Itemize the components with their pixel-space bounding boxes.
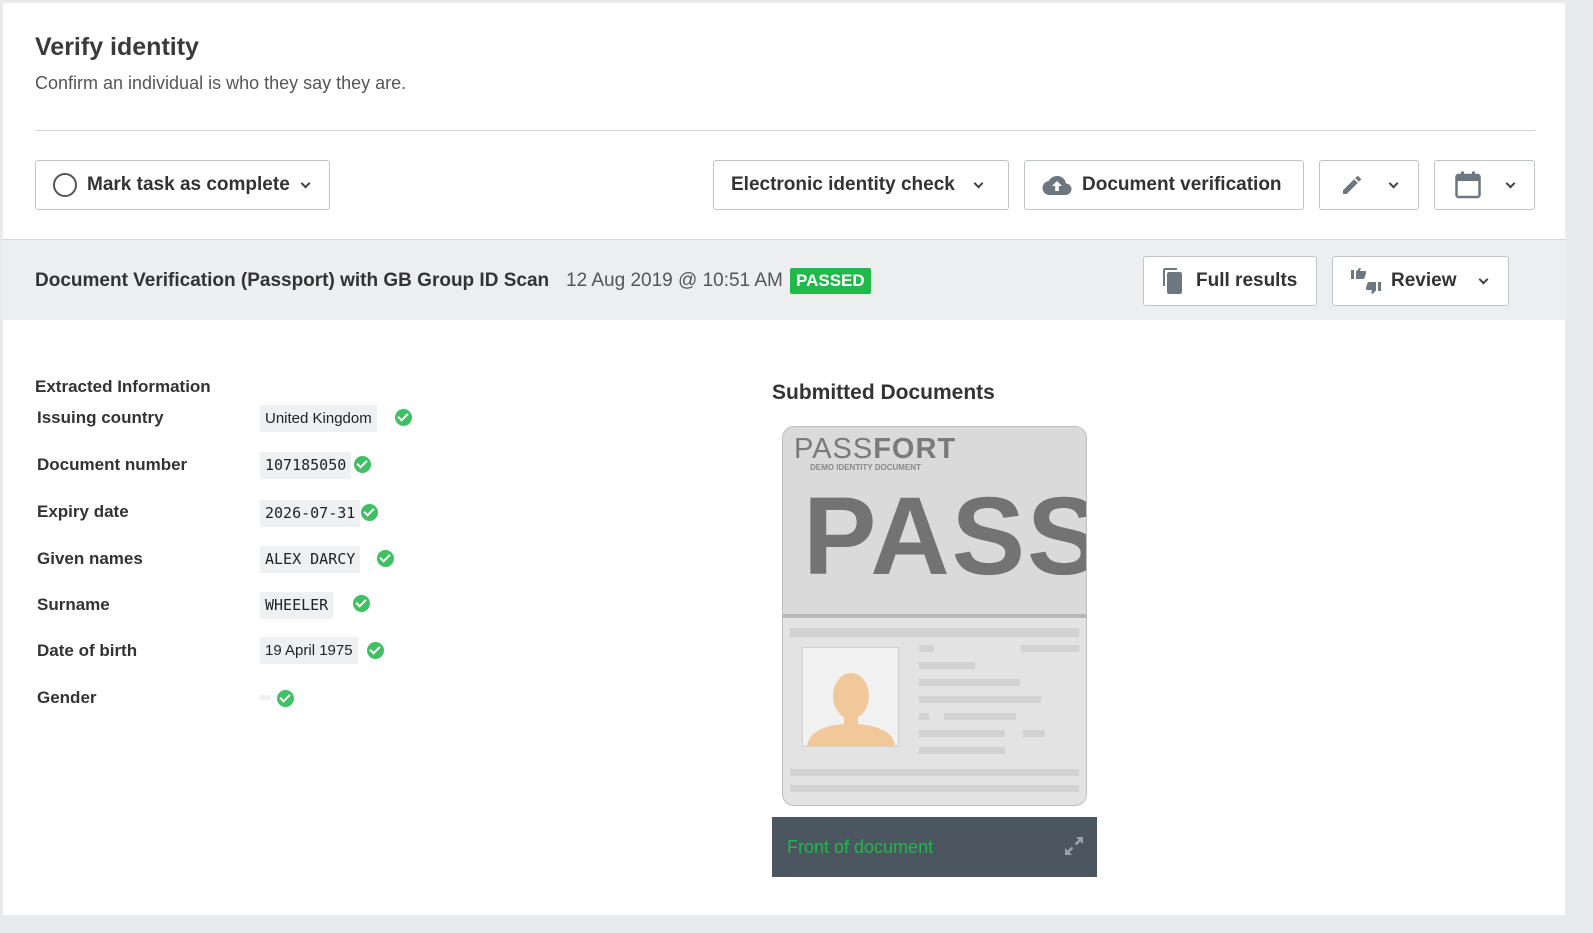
document-verification-button[interactable]: Document verification (1024, 160, 1304, 210)
chevron-down-icon (1479, 274, 1489, 284)
field-label: Expiry date (37, 502, 129, 521)
submitted-documents-title: Submitted Documents (772, 381, 995, 404)
passport-watermark: PASS (803, 475, 1087, 598)
field-label: Issuing country (37, 408, 164, 427)
calendar-icon (1455, 171, 1481, 199)
eid-check-label: Electronic identity check (731, 174, 955, 195)
chevron-down-icon (1388, 178, 1399, 188)
field-label: Given names (37, 549, 143, 568)
field-label: Gender (37, 688, 97, 707)
pencil-icon (1343, 176, 1361, 194)
result-bar: Document Verification (Passport) with GB… (3, 239, 1565, 320)
circle-icon (53, 173, 77, 197)
review-button[interactable]: Review (1332, 256, 1509, 306)
thumbs-up-down-icon (1351, 268, 1381, 294)
review-label: Review (1391, 270, 1457, 291)
check-icon (395, 409, 412, 426)
check-icon (277, 690, 294, 707)
chevron-down-icon (1505, 178, 1516, 188)
calendar-menu-button[interactable] (1434, 160, 1535, 210)
expand-icon[interactable] (1063, 835, 1085, 857)
field-value: WHEELER (260, 592, 334, 619)
chevron-down-icon (300, 178, 311, 188)
result-timestamp: 12 Aug 2019 @ 10:51 AM (566, 270, 783, 291)
check-icon (361, 504, 378, 521)
field-value (260, 695, 271, 700)
check-icon (354, 456, 371, 473)
documents-icon (1163, 268, 1182, 294)
field-value: 107185050 (260, 452, 352, 479)
mark-complete-button[interactable]: Mark task as complete (35, 160, 330, 210)
passport-photo (802, 647, 899, 747)
field-label: Document number (37, 455, 188, 474)
document-caption: Front of document (787, 837, 934, 857)
status-badge: PASSED (790, 268, 871, 294)
edit-menu-button[interactable] (1319, 160, 1419, 210)
check-icon (367, 642, 384, 659)
chevron-down-icon (973, 178, 984, 188)
full-results-label: Full results (1196, 270, 1298, 291)
check-icon (353, 595, 370, 612)
passport-image[interactable]: PASSFORT DEMO IDENTITY DOCUMENT PASS (782, 426, 1087, 806)
header-divider (35, 130, 1535, 131)
passport-brand: PASSFORT (794, 433, 957, 465)
field-value: United Kingdom (260, 405, 377, 432)
field-value: 2026-07-31 (260, 500, 361, 527)
full-results-button[interactable]: Full results (1143, 256, 1317, 306)
field-label: Date of birth (37, 641, 138, 660)
page-subtitle: Confirm an individual is who they say th… (35, 73, 407, 93)
page-title: Verify identity (35, 33, 199, 61)
field-value: ALEX DARCY (260, 546, 361, 573)
extracted-info-title: Extracted Information (35, 377, 211, 396)
document-caption-bar[interactable]: Front of document (772, 817, 1097, 877)
verify-identity-card: Verify identity Confirm an individual is… (3, 3, 1565, 915)
field-value: 19 April 1975 (260, 637, 358, 664)
result-title: Document Verification (Passport) with GB… (35, 270, 550, 291)
check-icon (377, 550, 394, 567)
document-verification-label: Document verification (1082, 174, 1282, 195)
mark-complete-label: Mark task as complete (87, 174, 290, 195)
cloud-upload-icon (1042, 176, 1072, 195)
field-label: Surname (37, 595, 110, 614)
passport-subtitle: DEMO IDENTITY DOCUMENT (810, 463, 921, 472)
eid-check-button[interactable]: Electronic identity check (713, 160, 1009, 210)
